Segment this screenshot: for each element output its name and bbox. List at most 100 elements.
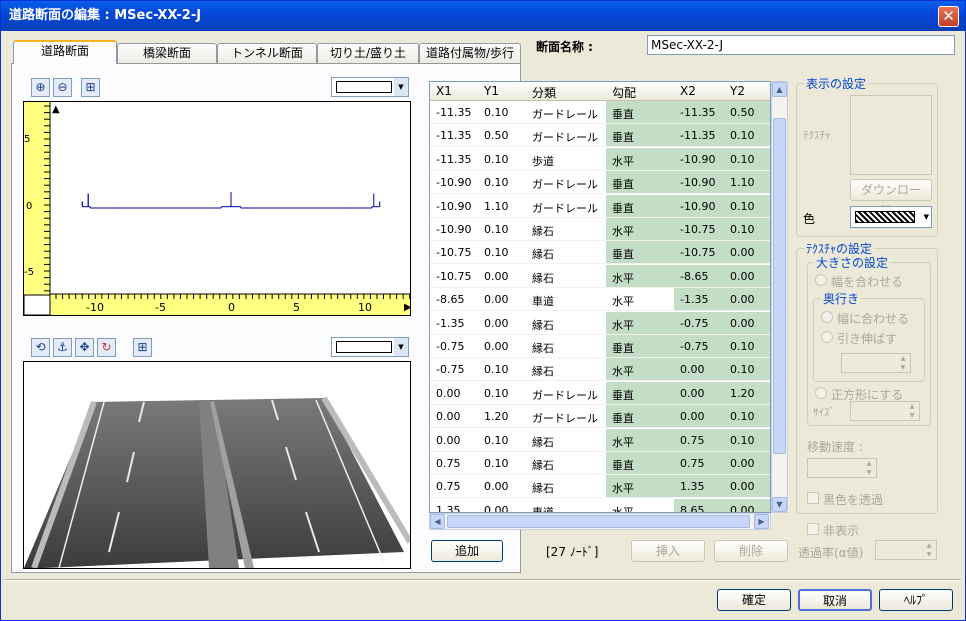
table-cell[interactable]: 0.00 [484, 293, 509, 306]
table-cell[interactable]: -0.75 [680, 340, 708, 353]
table-cell[interactable]: 1.20 [730, 387, 755, 400]
zoom-in-icon[interactable]: ⊕ [31, 78, 50, 97]
table-row[interactable]: -10.90 0.10 縁石 水平 -10.75 0.10 [430, 218, 770, 241]
tab-cut-fill[interactable]: 切り土/盛り土 [317, 43, 419, 63]
delete-button[interactable]: 削除 [714, 540, 788, 562]
table-cell[interactable]: 0.50 [730, 106, 755, 119]
black-transparent-checkbox[interactable] [807, 492, 819, 504]
table-cell[interactable]: 1.35 [680, 480, 705, 493]
table-cell[interactable]: -10.90 [680, 200, 715, 213]
table-cell[interactable]: 0.00 [436, 434, 461, 447]
col-class[interactable]: 分類 [532, 84, 556, 101]
table-cell[interactable]: 0.00 [680, 387, 705, 400]
table-row[interactable]: 0.75 0.00 縁石 水平 1.35 0.00 [430, 475, 770, 499]
table-cell[interactable]: 縁石 [532, 480, 554, 496]
table-cell[interactable]: 0.10 [730, 434, 755, 447]
table-cell[interactable]: -10.90 [680, 176, 715, 189]
table-row[interactable]: -11.35 0.10 ガードレール 垂直 -11.35 0.50 [430, 101, 770, 124]
table-cell[interactable]: 0.00 [680, 410, 705, 423]
table-cell[interactable]: 0.10 [484, 153, 509, 166]
table-cell[interactable]: 垂直 [612, 457, 634, 473]
table-cell[interactable]: 水平 [612, 270, 634, 286]
scroll-right-icon[interactable]: ▶ [754, 514, 769, 529]
table-cell[interactable]: 垂直 [612, 246, 634, 262]
download-button[interactable]: ダウンロード... [850, 179, 932, 217]
table-cell[interactable]: 0.10 [484, 106, 509, 119]
table-cell[interactable]: -8.65 [436, 293, 464, 306]
tab-tunnel-section[interactable]: トンネル断面 [217, 43, 317, 63]
table-row[interactable]: -0.75 0.00 縁石 垂直 -0.75 0.10 [430, 335, 770, 358]
spinner-icon[interactable]: ▲ ▼ [862, 459, 876, 477]
depth-value-input[interactable]: ▲ ▼ [841, 353, 911, 373]
scroll-down-icon[interactable]: ▼ [772, 497, 787, 512]
ok-button[interactable]: 確定 [717, 589, 791, 611]
table-cell[interactable]: 縁石 [532, 317, 554, 333]
table-cell[interactable]: 0.00 [680, 363, 705, 376]
table-horizontal-scrollbar[interactable]: ◀ ▶ [429, 513, 771, 530]
table-cell[interactable]: 0.00 [730, 457, 755, 470]
table-cell[interactable]: 0.00 [436, 410, 461, 423]
col-y2[interactable]: Y2 [730, 84, 745, 98]
table-cell[interactable]: 0.00 [730, 504, 755, 512]
rotate-icon[interactable]: ⟲ [31, 338, 50, 357]
table-row[interactable]: -10.75 0.10 縁石 垂直 -10.75 0.00 [430, 241, 770, 265]
table-cell[interactable]: -0.75 [436, 340, 464, 353]
table-cell[interactable]: 縁石 [532, 246, 554, 262]
table-cell[interactable]: 0.10 [484, 387, 509, 400]
table-cell[interactable]: -8.65 [680, 270, 708, 283]
table-cell[interactable]: 車道 [532, 504, 554, 512]
spinner-icon[interactable]: ▲ ▼ [922, 541, 936, 559]
table-cell[interactable]: 0.75 [436, 480, 461, 493]
spinner-icon[interactable]: ▲ ▼ [896, 354, 910, 372]
pan-icon[interactable]: ✥ [75, 338, 94, 357]
table-cell[interactable]: ガードレール [532, 200, 598, 216]
table-cell[interactable]: 縁石 [532, 457, 554, 473]
table-cell[interactable]: 垂直 [612, 176, 634, 192]
hide-checkbox[interactable] [807, 523, 819, 535]
table-cell[interactable]: 0.10 [730, 129, 755, 142]
table-cell[interactable]: 0.10 [484, 176, 509, 189]
table-cell[interactable]: ガードレール [532, 176, 598, 192]
table-cell[interactable]: 1.10 [484, 200, 509, 213]
table-cell[interactable]: -10.75 [680, 246, 715, 259]
table-cell[interactable]: 0.00 [730, 317, 755, 330]
spinner-icon[interactable]: ▲ ▼ [905, 402, 919, 420]
table-cell[interactable]: -10.90 [680, 153, 715, 166]
table-row[interactable]: 0.75 0.10 縁石 垂直 0.75 0.00 [430, 452, 770, 475]
fit-view-icon[interactable]: ⊞ [81, 78, 100, 97]
table-cell[interactable]: 0.10 [730, 200, 755, 213]
table-cell[interactable]: 0.10 [730, 223, 755, 236]
table-cell[interactable]: 0.00 [730, 293, 755, 306]
table-cell[interactable]: 水平 [612, 293, 634, 309]
tab-road-accessories[interactable]: 道路付属物/歩行 [419, 43, 521, 63]
help-button[interactable]: ﾍﾙﾌﾟ [879, 589, 953, 611]
add-button[interactable]: 追加 [431, 540, 503, 562]
table-cell[interactable]: 0.00 [484, 270, 509, 283]
table-row[interactable]: -10.75 0.00 縁石 水平 -8.65 0.00 [430, 264, 770, 288]
table-row[interactable]: 0.00 1.20 ガードレール 垂直 0.00 0.10 [430, 405, 770, 429]
table-cell[interactable]: 水平 [612, 363, 634, 379]
table-row[interactable]: -10.90 1.10 ガードレール 垂直 -10.90 0.10 [430, 194, 770, 218]
section-name-input[interactable]: MSec-XX-2-J [647, 35, 955, 55]
table-cell[interactable]: 0.10 [730, 340, 755, 353]
table-cell[interactable]: 1.10 [730, 176, 755, 189]
table-cell[interactable]: ガードレール [532, 410, 598, 426]
table-cell[interactable]: -10.90 [436, 223, 471, 236]
table-cell[interactable]: 0.10 [730, 363, 755, 376]
table-cell[interactable]: -10.90 [436, 176, 471, 189]
anchor-icon[interactable]: ⚓ [53, 338, 72, 357]
table-cell[interactable]: 水平 [612, 480, 634, 496]
table-cell[interactable]: 縁石 [532, 434, 554, 450]
view2d-color-combo[interactable]: ▼ [331, 77, 409, 97]
table-cell[interactable]: 0.00 [484, 480, 509, 493]
table-vertical-scrollbar[interactable]: ▲ ▼ [771, 81, 788, 513]
size-input[interactable]: ▲ ▼ [850, 401, 920, 421]
table-cell[interactable]: ガードレール [532, 387, 598, 403]
table-row[interactable]: -11.35 0.50 ガードレール 垂直 -11.35 0.10 [430, 124, 770, 148]
close-button[interactable]: ✕ [938, 6, 959, 27]
table-cell[interactable]: -10.90 [436, 200, 471, 213]
table-cell[interactable]: 0.00 [484, 504, 509, 512]
table-cell[interactable]: 8.65 [680, 504, 705, 512]
table-cell[interactable]: 0.75 [680, 434, 705, 447]
table-cell[interactable]: 1.35 [436, 504, 461, 512]
